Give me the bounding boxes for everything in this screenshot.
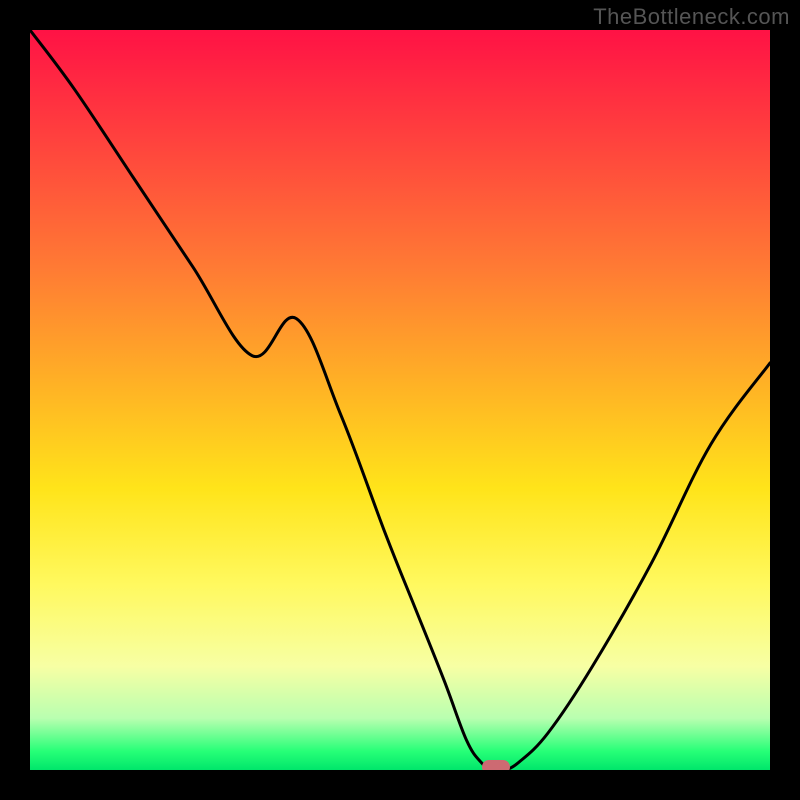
plot-area	[30, 30, 770, 770]
bottleneck-curve	[30, 30, 770, 770]
optimal-point-marker	[482, 760, 510, 770]
chart-frame: TheBottleneck.com	[0, 0, 800, 800]
watermark-label: TheBottleneck.com	[593, 4, 790, 30]
